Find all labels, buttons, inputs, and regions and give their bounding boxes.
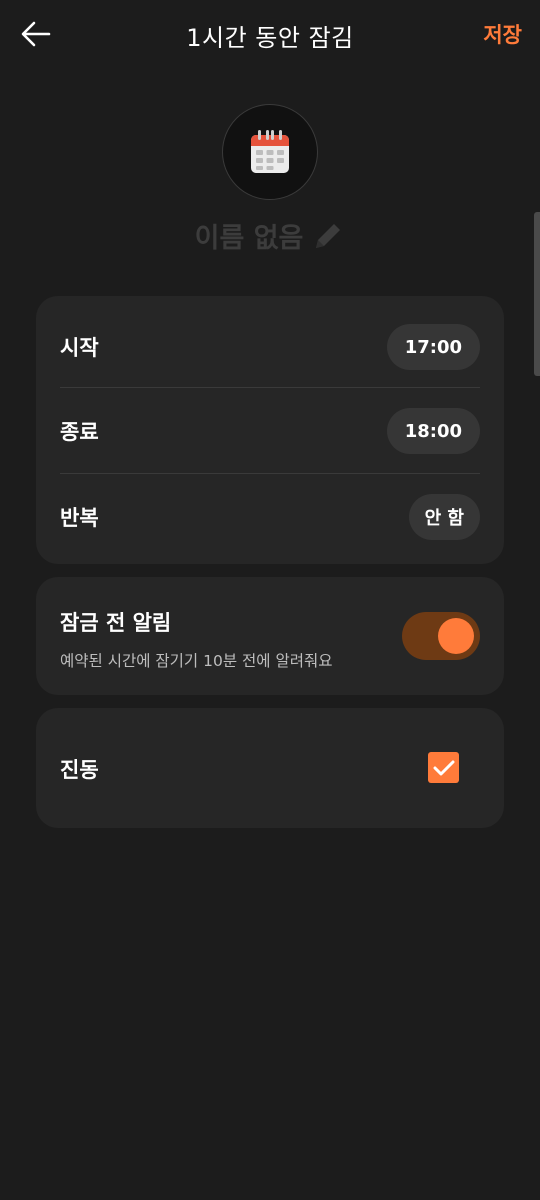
end-time-button[interactable]: 18:00 (386, 408, 480, 454)
pre-lock-alert-toggle[interactable] (402, 612, 480, 660)
schedule-time-card: 시작 17:00 종료 18:00 반복 안 함 (36, 296, 504, 564)
repeat-row: 반복 안 함 (60, 474, 480, 560)
vibration-label: 진동 (60, 758, 99, 782)
vibration-card: 진동 (36, 708, 504, 828)
repeat-label: 반복 (60, 506, 99, 530)
toggle-knob (438, 618, 474, 654)
pre-lock-alert-title: 잠금 전 알림 (60, 611, 172, 635)
save-button[interactable]: 저장 (483, 19, 522, 49)
schedule-name-row[interactable]: 이름 없음 (0, 216, 540, 255)
start-label: 시작 (60, 336, 99, 360)
pre-lock-alert-description: 예약된 시간에 잠기기 10분 전에 알려줘요 (60, 652, 333, 670)
lock-schedule-screen: 1시간 동안 잠김 저장 이름 없음 시작 17:00 종료 18:00 반복 … (0, 0, 540, 1200)
end-time-row: 종료 18:00 (60, 388, 480, 474)
checkmark-icon (433, 760, 454, 775)
schedule-name: 이름 없음 (194, 223, 304, 254)
top-app-bar: 1시간 동안 잠김 저장 (0, 0, 540, 68)
start-time-row: 시작 17:00 (60, 304, 480, 390)
vibration-checkbox[interactable] (428, 752, 459, 783)
calendar-icon (251, 130, 289, 173)
pre-lock-alert-card: 잠금 전 알림 예약된 시간에 잠기기 10분 전에 알려줘요 (36, 577, 504, 695)
schedule-avatar[interactable] (222, 104, 318, 200)
repeat-button[interactable]: 안 함 (408, 494, 480, 540)
pencil-icon (316, 223, 341, 248)
page-title: 1시간 동안 잠김 (186, 24, 354, 52)
start-time-button[interactable]: 17:00 (386, 324, 480, 370)
end-label: 종료 (60, 420, 99, 444)
